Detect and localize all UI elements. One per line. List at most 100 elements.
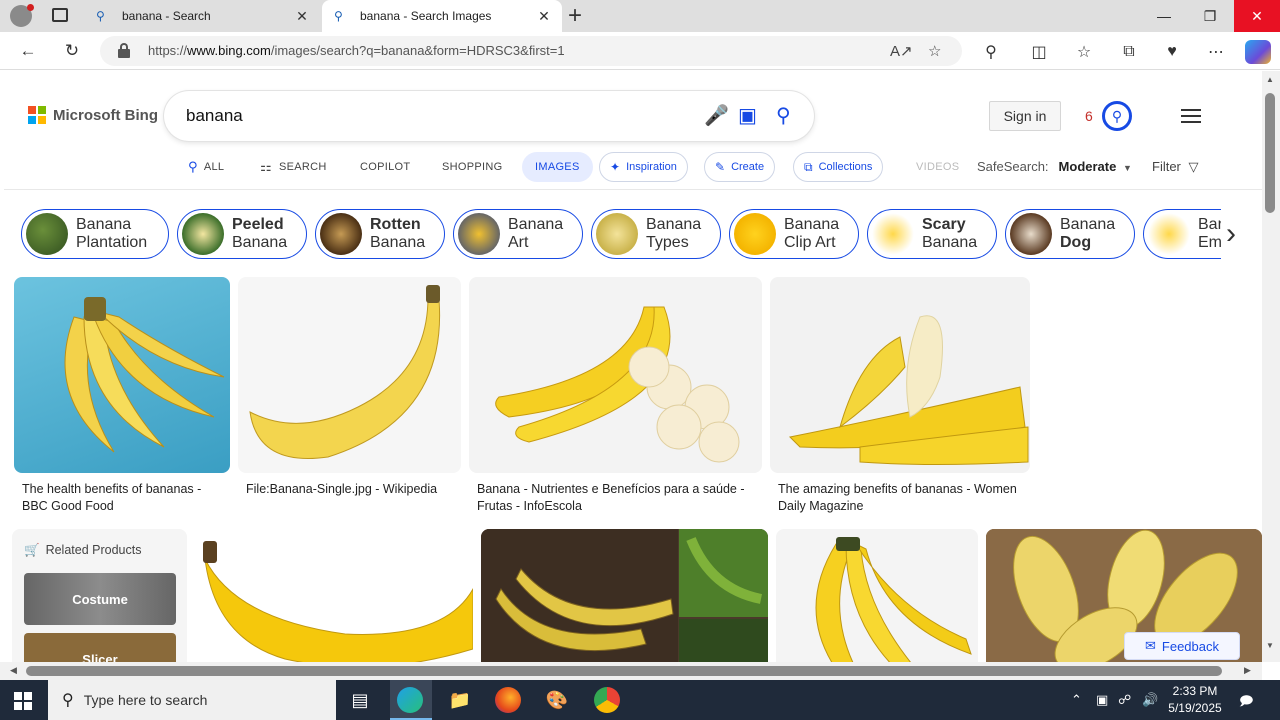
show-hidden-icons-chevron-icon[interactable]: ⌃ <box>1071 692 1082 708</box>
image-result[interactable] <box>481 529 768 662</box>
tab-title: banana - Search Images <box>360 9 492 23</box>
network-icon[interactable]: ☍ <box>1118 692 1131 708</box>
sign-in-button[interactable]: Sign in <box>989 101 1061 131</box>
scope-shopping[interactable]: SHOPPING <box>442 152 502 182</box>
scope-videos[interactable]: VIDEOS <box>916 152 959 182</box>
inspiration-icon: ✦ <box>610 160 621 174</box>
related-chip-rotten-banana[interactable]: Rotten Banana <box>315 209 445 259</box>
related-chip-banana-emoji[interactable]: Bar Em <box>1143 209 1221 259</box>
paint-app-icon[interactable]: 🎨 <box>543 686 571 714</box>
tab-banana-search-images[interactable]: ⚲ banana - Search Images ✕ <box>322 0 562 32</box>
notifications-icon[interactable]: 🗩 <box>1239 692 1253 714</box>
related-chip-scary-banana[interactable]: Scary Banana <box>867 209 997 259</box>
new-tab-button[interactable]: + <box>568 2 582 30</box>
page-content: Microsoft Bing banana 🎤 ▣ ⚲ Sign in 6 ⚲ … <box>4 71 1262 662</box>
chat-bubble-icon: ✉ <box>1145 638 1156 653</box>
related-chip-banana-clip-art[interactable]: Banana Clip Art <box>729 209 859 259</box>
feedback-button[interactable]: ✉ Feedback <box>1124 632 1240 660</box>
performance-icon[interactable]: ♥ <box>1159 39 1185 65</box>
scope-collections[interactable]: ⧉ Collections <box>793 152 884 182</box>
search-icon: ⚲ <box>188 159 198 174</box>
scope-inspiration[interactable]: ✦ Inspiration <box>599 152 688 182</box>
windows-start-icon[interactable] <box>14 692 32 710</box>
related-chip-banana-dog[interactable]: Banana Dog <box>1005 209 1135 259</box>
restore-button[interactable]: ❐ <box>1187 0 1233 32</box>
tab-banana-search[interactable]: ⚲ banana - Search ✕ <box>84 0 320 32</box>
rewards-count[interactable]: 6 <box>1085 108 1093 124</box>
related-chip-banana-plantation[interactable]: Banana Plantation <box>21 209 169 259</box>
related-product-slicer[interactable]: Slicer <box>24 633 176 662</box>
related-chip-banana-types[interactable]: Banana Types <box>591 209 721 259</box>
scope-images[interactable]: IMAGES <box>522 152 593 182</box>
favorites-icon[interactable]: ☆ <box>1071 39 1097 65</box>
chrome-icon[interactable] <box>594 687 620 713</box>
search-box[interactable]: banana 🎤 ▣ ⚲ <box>164 91 814 141</box>
bing-logo[interactable]: Microsoft Bing <box>28 106 158 124</box>
read-aloud-icon[interactable]: A↗ <box>890 42 913 60</box>
copilot-icon[interactable] <box>1245 40 1271 64</box>
related-chip-peeled-banana[interactable]: Peeled Banana <box>177 209 307 259</box>
file-explorer-icon[interactable]: 📁 <box>446 686 474 714</box>
taskbar-search-box[interactable]: ⚲ Type here to search <box>48 680 336 720</box>
rewards-trophy-icon[interactable]: ⚲ <box>1102 101 1132 131</box>
image-result[interactable] <box>14 277 230 473</box>
safesearch-dropdown[interactable]: SafeSearch: Moderate ▼ <box>977 159 1132 174</box>
image-result[interactable] <box>770 277 1030 473</box>
vertical-scroll-thumb[interactable] <box>1265 93 1275 213</box>
chevron-right-icon[interactable]: › <box>1226 217 1236 251</box>
chip-thumbnail <box>320 213 362 255</box>
more-options-icon[interactable]: ⋯ <box>1203 39 1229 65</box>
notification-dot <box>27 4 34 11</box>
tab-actions-icon[interactable] <box>52 8 68 22</box>
vertical-scrollbar[interactable]: ▲ ▼ <box>1262 71 1280 662</box>
related-products-panel: 🛒 Related Products Costume Slicer <box>12 529 187 662</box>
firefox-icon[interactable] <box>495 687 521 713</box>
search-icon[interactable]: ⚲ <box>776 103 791 128</box>
scope-copilot[interactable]: COPILOT <box>360 152 410 182</box>
horizontal-scrollbar[interactable]: ◀ ▶ <box>0 662 1262 680</box>
microphone-icon[interactable]: 🎤 <box>704 103 729 128</box>
scope-all[interactable]: ⚲ ALL <box>188 152 224 182</box>
collections-icon[interactable]: ⧉ <box>1116 39 1142 65</box>
minimize-button[interactable]: — <box>1141 0 1187 32</box>
address-bar[interactable]: https://www.bing.com/images/search?q=ban… <box>100 36 962 66</box>
chip-thumbnail <box>26 213 68 255</box>
system-clock[interactable]: 2:33 PM 5/19/2025 <box>1160 683 1230 717</box>
filter-button[interactable]: Filter ▽ <box>1152 159 1199 175</box>
scroll-up-arrow-icon[interactable]: ▲ <box>1266 75 1274 84</box>
task-view-icon[interactable]: ▤ <box>346 686 374 714</box>
url-text[interactable]: https://www.bing.com/images/search?q=ban… <box>148 43 565 58</box>
device-icon[interactable]: ▣ <box>1096 692 1108 708</box>
related-product-costume[interactable]: Costume <box>24 573 176 625</box>
extensions-icon[interactable]: ⚲ <box>978 39 1004 65</box>
image-result[interactable] <box>195 529 473 662</box>
image-result[interactable] <box>238 277 461 473</box>
close-window-button[interactable]: ✕ <box>1234 0 1280 32</box>
scroll-down-arrow-icon[interactable]: ▼ <box>1266 641 1274 650</box>
favorite-star-icon[interactable]: ☆ <box>928 42 941 60</box>
scroll-right-arrow-icon[interactable]: ▶ <box>1244 665 1251 676</box>
result-caption[interactable]: Banana - Nutrientes e Benefícios para a … <box>477 481 762 515</box>
lock-icon[interactable] <box>118 43 130 58</box>
scroll-left-arrow-icon[interactable]: ◀ <box>10 665 17 676</box>
menu-icon[interactable] <box>1181 109 1201 123</box>
close-tab-icon[interactable]: ✕ <box>292 8 312 25</box>
image-result[interactable] <box>469 277 762 473</box>
related-chip-banana-art[interactable]: Banana Art <box>453 209 583 259</box>
image-result[interactable] <box>776 529 978 662</box>
close-tab-icon[interactable]: ✕ <box>534 8 554 25</box>
search-input[interactable]: banana <box>186 106 243 126</box>
edge-browser-icon[interactable] <box>397 687 423 713</box>
back-button[interactable]: ← <box>16 39 40 63</box>
scope-create[interactable]: ✎ Create <box>704 152 776 182</box>
scope-search[interactable]: ⚏ SEARCH <box>260 152 327 182</box>
single-banana-image <box>203 541 473 662</box>
volume-icon[interactable]: 🔊 <box>1142 692 1158 708</box>
horizontal-scroll-thumb[interactable] <box>26 666 1222 676</box>
visual-search-icon[interactable]: ▣ <box>738 103 757 128</box>
result-caption[interactable]: The health benefits of bananas - BBC Goo… <box>22 481 222 515</box>
result-caption[interactable]: File:Banana-Single.jpg - Wikipedia <box>246 481 461 498</box>
refresh-button[interactable]: ↻ <box>60 39 84 63</box>
result-caption[interactable]: The amazing benefits of bananas - Women … <box>778 481 1030 515</box>
split-screen-icon[interactable]: ◫ <box>1026 39 1052 65</box>
